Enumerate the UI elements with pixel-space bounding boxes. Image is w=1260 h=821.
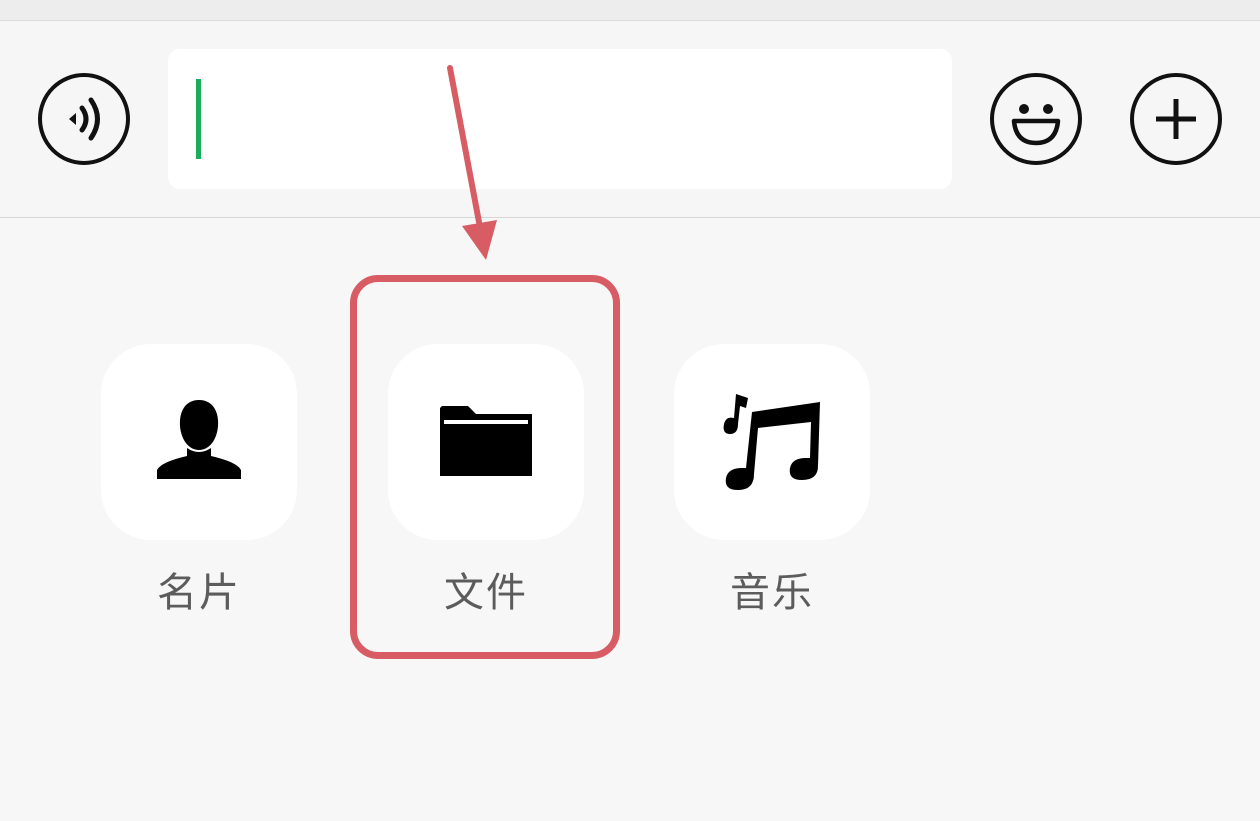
emoji-button[interactable] <box>990 73 1082 165</box>
status-strip <box>0 0 1260 21</box>
contact-card-label: 名片 <box>157 570 241 616</box>
file-label: 文件 <box>444 570 528 616</box>
attachment-panel: 名片 文件 音乐 <box>0 218 1260 821</box>
file-item[interactable]: 文件 <box>388 344 584 618</box>
text-caret <box>196 79 201 159</box>
chat-input-bar <box>0 21 1260 218</box>
music-label: 音乐 <box>730 570 814 616</box>
voice-button[interactable] <box>38 73 130 165</box>
contact-card-item[interactable]: 名片 <box>101 344 297 618</box>
contact-card-tile[interactable] <box>101 344 297 540</box>
file-tile[interactable] <box>388 344 584 540</box>
more-button[interactable] <box>1130 73 1222 165</box>
message-input[interactable] <box>168 49 952 189</box>
music-item[interactable]: 音乐 <box>674 344 870 618</box>
music-tile[interactable] <box>674 344 870 540</box>
